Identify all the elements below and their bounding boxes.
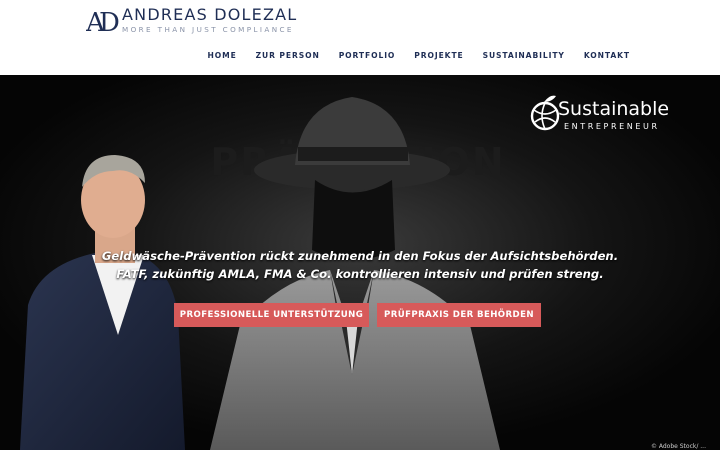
ad-monogram-icon: A D — [86, 8, 120, 35]
nav-item-projekte[interactable]: PROJEKTE — [414, 51, 463, 60]
nav-item-portfolio[interactable]: PORTFOLIO — [339, 51, 396, 60]
brand-tagline: MORE THAN JUST COMPLIANCE — [122, 25, 294, 34]
authority-audit-button[interactable]: PRÜFPRAXIS DER BEHÖRDEN — [377, 303, 541, 327]
logo-text: ANDREAS DOLEZAL MORE THAN JUST COMPLIANC… — [122, 6, 297, 35]
hero-headline-line-2: FATF, zukünftig AMLA, FMA & Co. kontroll… — [116, 267, 604, 281]
professional-support-button[interactable]: PROFESSIONELLE UNTERSTÜTZUNG — [174, 303, 369, 327]
badge-title: Sustainable — [558, 98, 670, 120]
nav-item-kontakt[interactable]: KONTAKT — [584, 51, 630, 60]
site-header: A D ANDREAS DOLEZAL MORE THAN JUST COMPL… — [0, 0, 720, 75]
svg-text:D: D — [99, 8, 120, 35]
globe-icon — [530, 95, 560, 131]
brand-name: ANDREAS DOLEZAL — [122, 5, 298, 24]
nav-item-zur-person[interactable]: ZUR PERSON — [256, 51, 320, 60]
sustainable-entrepreneur-badge: Sustainable ENTREPRENEUR — [530, 90, 680, 140]
hero-section: PRÄVENTION Sustainable ENTREPRENEUR Geld… — [0, 75, 720, 450]
badge-subtitle: ENTREPRENEUR — [564, 122, 660, 131]
hero-headline-line-1: Geldwäsche-Prävention rückt zunehmend in… — [101, 249, 619, 263]
main-nav: HOME ZUR PERSON PORTFOLIO PROJEKTE SUSTA… — [189, 51, 631, 60]
nav-item-sustainability[interactable]: SUSTAINABILITY — [483, 51, 565, 60]
site-logo[interactable]: A D ANDREAS DOLEZAL MORE THAN JUST COMPL… — [86, 6, 297, 35]
nav-item-home[interactable]: HOME — [208, 51, 237, 60]
image-credit: © Adobe Stock/ ... — [650, 443, 706, 450]
